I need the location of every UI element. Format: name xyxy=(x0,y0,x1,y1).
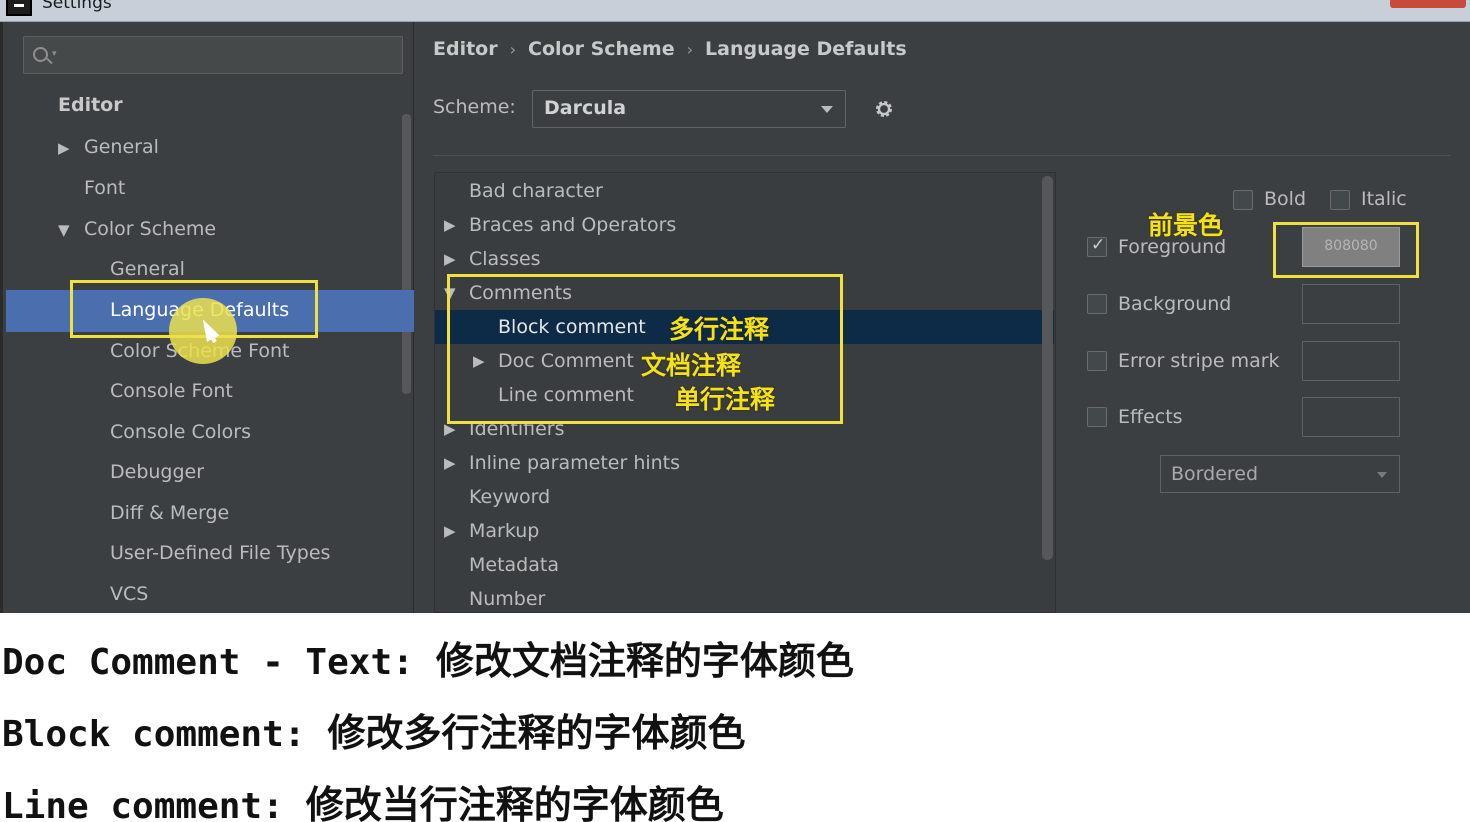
bold-label: Bold xyxy=(1264,188,1306,210)
expand-arrow-icon[interactable]: ▶ xyxy=(444,208,456,242)
caption-doc-comment: Doc Comment - Text: 修改文档注释的字体颜色 xyxy=(2,630,854,685)
chevron-down-icon xyxy=(1377,472,1387,478)
sidebar-item-label: Font xyxy=(84,177,126,199)
breadcrumb-item: Language Defaults xyxy=(705,38,907,60)
scheme-dropdown[interactable]: Darcula xyxy=(532,90,846,128)
tree-node-number[interactable]: Number xyxy=(469,582,545,616)
expand-arrow-icon[interactable]: ▶ xyxy=(444,242,456,276)
caption-desc: 修改当行注释的字体颜色 xyxy=(305,783,724,822)
sidebar-header-editor[interactable]: Editor xyxy=(58,85,123,125)
tree-node-label: Metadata xyxy=(469,554,559,576)
sidebar-item-label: General xyxy=(84,136,159,158)
tree-node-label: Classes xyxy=(469,248,541,270)
tree-scrollbar[interactable] xyxy=(1042,176,1053,560)
sidebar-item-general[interactable]: ▶ General xyxy=(58,127,159,167)
sidebar-item-color-scheme[interactable]: ▼ Color Scheme xyxy=(58,209,216,249)
sidebar-item-label: User-Defined File Types xyxy=(110,542,331,564)
expand-arrow-icon[interactable]: ▶ xyxy=(444,446,456,480)
tree-node-classes[interactable]: ▶ Classes xyxy=(444,242,541,276)
app-icon xyxy=(6,0,32,16)
caption-block-comment: Block comment: 修改多行注释的字体颜色 xyxy=(2,702,745,757)
background-label: Background xyxy=(1118,293,1232,315)
sidebar-scrollbar[interactable] xyxy=(402,114,411,394)
caption-key: Block comment: xyxy=(2,714,306,755)
sidebar-item-label: Console Colors xyxy=(110,421,251,443)
error-stripe-color-swatch[interactable] xyxy=(1302,341,1400,381)
expand-arrow-icon[interactable]: ▶ xyxy=(444,514,456,548)
effects-checkbox[interactable] xyxy=(1087,407,1107,427)
tree-node-label: Markup xyxy=(469,520,540,542)
foreground-label: Foreground xyxy=(1118,236,1227,258)
settings-window: ▾ Editor ▶ General Font ▼ Color Scheme Gen… xyxy=(0,22,1470,613)
search-icon[interactable] xyxy=(33,47,48,62)
title-bar: Settings xyxy=(0,0,1470,22)
breadcrumb-separator: › xyxy=(686,40,694,59)
effects-type-dropdown[interactable]: Bordered xyxy=(1160,455,1400,493)
tree-node-braces[interactable]: ▶ Braces and Operators xyxy=(444,208,677,242)
bold-checkbox[interactable] xyxy=(1233,190,1253,210)
annotation-block: 多行注释 xyxy=(669,315,770,344)
tree-node-label: Keyword xyxy=(469,486,551,508)
tree-node-markup[interactable]: ▶ Markup xyxy=(444,514,540,548)
annotation-doc: 文档注释 xyxy=(641,351,742,380)
highlight-box-foreground xyxy=(1273,222,1419,278)
tree-node-label: Inline parameter hints xyxy=(469,452,681,474)
sidebar-item-label: VCS xyxy=(110,583,149,605)
breadcrumb-item[interactable]: Color Scheme xyxy=(528,38,675,60)
tree-node-keyword[interactable]: Keyword xyxy=(469,480,550,514)
caption-key: Line comment: xyxy=(2,786,284,822)
close-button[interactable] xyxy=(1390,0,1466,8)
tree-node-bad-character[interactable]: Bad character xyxy=(469,174,603,208)
divider xyxy=(433,155,1451,156)
breadcrumb-item[interactable]: Editor xyxy=(433,38,498,60)
chevron-down-icon[interactable]: ▾ xyxy=(52,49,57,59)
expand-arrow-icon[interactable]: ▶ xyxy=(58,128,84,168)
tree-node-inline-hints[interactable]: ▶ Inline parameter hints xyxy=(444,446,681,480)
italic-checkbox[interactable] xyxy=(1330,190,1350,210)
breadcrumb: Editor › Color Scheme › Language Defaults xyxy=(433,38,907,64)
tree-node-label: Braces and Operators xyxy=(469,214,677,236)
annotation-line: 单行注释 xyxy=(675,385,776,414)
sidebar-item-console-font[interactable]: Console Font xyxy=(110,371,233,411)
effects-color-swatch[interactable] xyxy=(1302,397,1400,437)
foreground-checkbox[interactable] xyxy=(1087,235,1107,257)
sidebar-item-diff-merge[interactable]: Diff & Merge xyxy=(110,493,229,533)
error-stripe-label: Error stripe mark xyxy=(1118,350,1280,372)
sidebar-item-label: Debugger xyxy=(110,461,205,483)
sidebar-item-label: Color Scheme xyxy=(84,218,217,240)
scheme-value: Darcula xyxy=(544,97,627,119)
tree-node-metadata[interactable]: Metadata xyxy=(469,548,559,582)
collapse-arrow-icon[interactable]: ▼ xyxy=(58,210,84,250)
italic-label: Italic xyxy=(1361,188,1407,210)
effects-type-value: Bordered xyxy=(1171,463,1259,485)
search-input[interactable]: ▾ xyxy=(23,36,403,74)
error-stripe-checkbox[interactable] xyxy=(1087,351,1107,371)
sidebar-item-label: General xyxy=(110,258,185,280)
sidebar-item-font[interactable]: Font xyxy=(84,168,125,208)
sidebar-item-vcs[interactable]: VCS xyxy=(110,574,148,614)
breadcrumb-separator: › xyxy=(509,40,517,59)
sidebar-item-debugger[interactable]: Debugger xyxy=(110,452,204,492)
sidebar-item-label: Console Font xyxy=(110,380,233,402)
effects-label: Effects xyxy=(1118,406,1183,428)
tree-node-label: Bad character xyxy=(469,180,603,202)
chevron-down-icon xyxy=(821,106,833,113)
background-color-swatch[interactable] xyxy=(1302,284,1400,324)
background-checkbox[interactable] xyxy=(1087,294,1107,314)
sidebar-item-label: Diff & Merge xyxy=(110,502,230,524)
sidebar-item-console-colors[interactable]: Console Colors xyxy=(110,412,251,452)
caption-key: Doc Comment - Text: xyxy=(2,642,414,683)
gear-icon[interactable] xyxy=(873,98,895,120)
scheme-label: Scheme: xyxy=(433,96,516,118)
window-title: Settings xyxy=(42,0,112,13)
tree-node-label: Number xyxy=(469,588,546,610)
caption-line-comment: Line comment: 修改当行注释的字体颜色 xyxy=(2,774,724,822)
sidebar-item-file-types[interactable]: User-Defined File Types xyxy=(110,533,330,573)
caption-desc: 修改多行注释的字体颜色 xyxy=(327,711,746,755)
caption-desc: 修改文档注释的字体颜色 xyxy=(435,639,854,683)
